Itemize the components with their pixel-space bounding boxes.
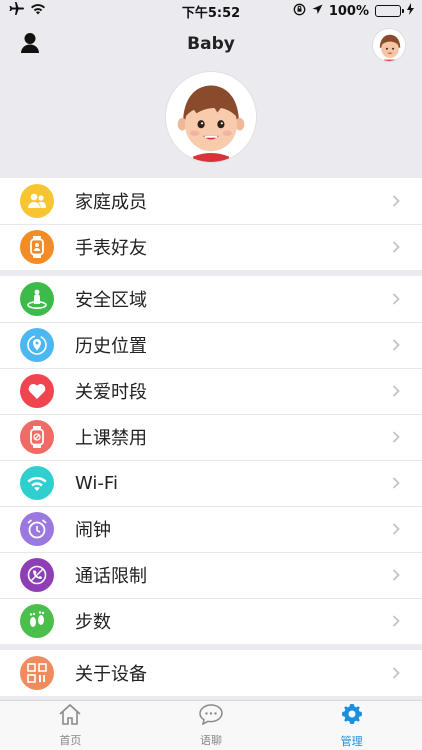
airplane-icon [8,2,24,20]
menu-item-label: 历史位置 [75,336,147,357]
list-section-settings: 安全区域 历史位置 关爱时段 上课禁用 Wi-Fi 闹钟 通话限制 步数 [0,276,422,644]
menu-item-label: 步数 [75,612,111,633]
location-arrow-icon [312,4,323,19]
charging-icon [407,3,414,19]
wifi-icon [20,466,54,500]
chevron-right-icon [390,241,402,253]
chevron-right-icon [390,477,402,489]
chevron-right-icon [390,523,402,535]
tab-label: 管理 [340,735,363,748]
safe-zone-icon [20,282,54,316]
menu-item-watch-friends[interactable]: 手表好友 [0,224,422,270]
chevron-right-icon [390,385,402,397]
status-bar: 下午5:52 100% [0,0,422,22]
menu-item-label: 手表好友 [75,238,147,259]
call-limit-icon [20,558,54,592]
status-right: 100% [293,3,414,20]
tab-chat[interactable]: 语聊 [141,701,282,750]
location-history-icon [20,328,54,362]
chevron-right-icon [390,293,402,305]
care-period-icon [20,374,54,408]
chevron-right-icon [390,615,402,627]
list-section-device: 关于设备 [0,650,422,696]
menu-item-care-period[interactable]: 关爱时段 [0,368,422,414]
menu-item-steps[interactable]: 步数 [0,598,422,644]
tab-home[interactable]: 首页 [0,701,141,750]
chevron-right-icon [390,569,402,581]
orientation-lock-icon [293,3,306,20]
steps-icon [20,604,54,638]
child-avatar-small[interactable] [372,28,406,62]
tab-label: 语聊 [200,734,222,747]
chevron-right-icon [390,339,402,351]
menu-item-label: 安全区域 [75,290,147,311]
menu-item-label: 关于设备 [75,664,147,685]
family-members-icon [20,184,54,218]
chat-icon [198,703,224,729]
menu-item-label: 通话限制 [75,566,147,587]
tab-manage[interactable]: 管理 [281,701,422,750]
chevron-right-icon [390,667,402,679]
class-disable-icon [20,420,54,454]
child-avatar[interactable] [166,72,256,162]
list-section-family: 家庭成员 手表好友 [0,178,422,270]
battery-icon [375,5,404,17]
profile-header: Baby [0,22,422,178]
menu-item-label: 家庭成员 [75,192,147,213]
menu-item-label: 闹钟 [75,520,111,541]
menu-item-label: 上课禁用 [75,428,147,449]
nav-bar: Baby [0,22,422,66]
chevron-right-icon [390,431,402,443]
menu-item-wifi[interactable]: Wi-Fi [0,460,422,506]
watch-friends-icon [20,230,54,264]
tab-label: 首页 [59,734,82,747]
menu-item-class-disable[interactable]: 上课禁用 [0,414,422,460]
alarm-icon [20,512,54,546]
chevron-right-icon [390,195,402,207]
menu-item-alarm[interactable]: 闹钟 [0,506,422,552]
menu-item-about-device[interactable]: 关于设备 [0,650,422,696]
menu-item-family-members[interactable]: 家庭成员 [0,178,422,224]
gear-icon [340,702,364,730]
about-device-icon [20,656,54,690]
menu-item-label: Wi-Fi [75,472,118,494]
menu-item-call-limit[interactable]: 通话限制 [0,552,422,598]
user-profile-icon[interactable] [18,31,42,55]
wifi-signal-icon [30,3,46,19]
tab-bar: 首页 语聊 管理 [0,700,422,750]
page-title: Baby [187,34,235,54]
menu-item-label: 关爱时段 [75,382,147,403]
home-icon [58,703,82,729]
menu-item-safe-zone[interactable]: 安全区域 [0,276,422,322]
status-left [8,2,46,20]
battery-percent: 100% [328,3,369,19]
menu-item-location-history[interactable]: 历史位置 [0,322,422,368]
